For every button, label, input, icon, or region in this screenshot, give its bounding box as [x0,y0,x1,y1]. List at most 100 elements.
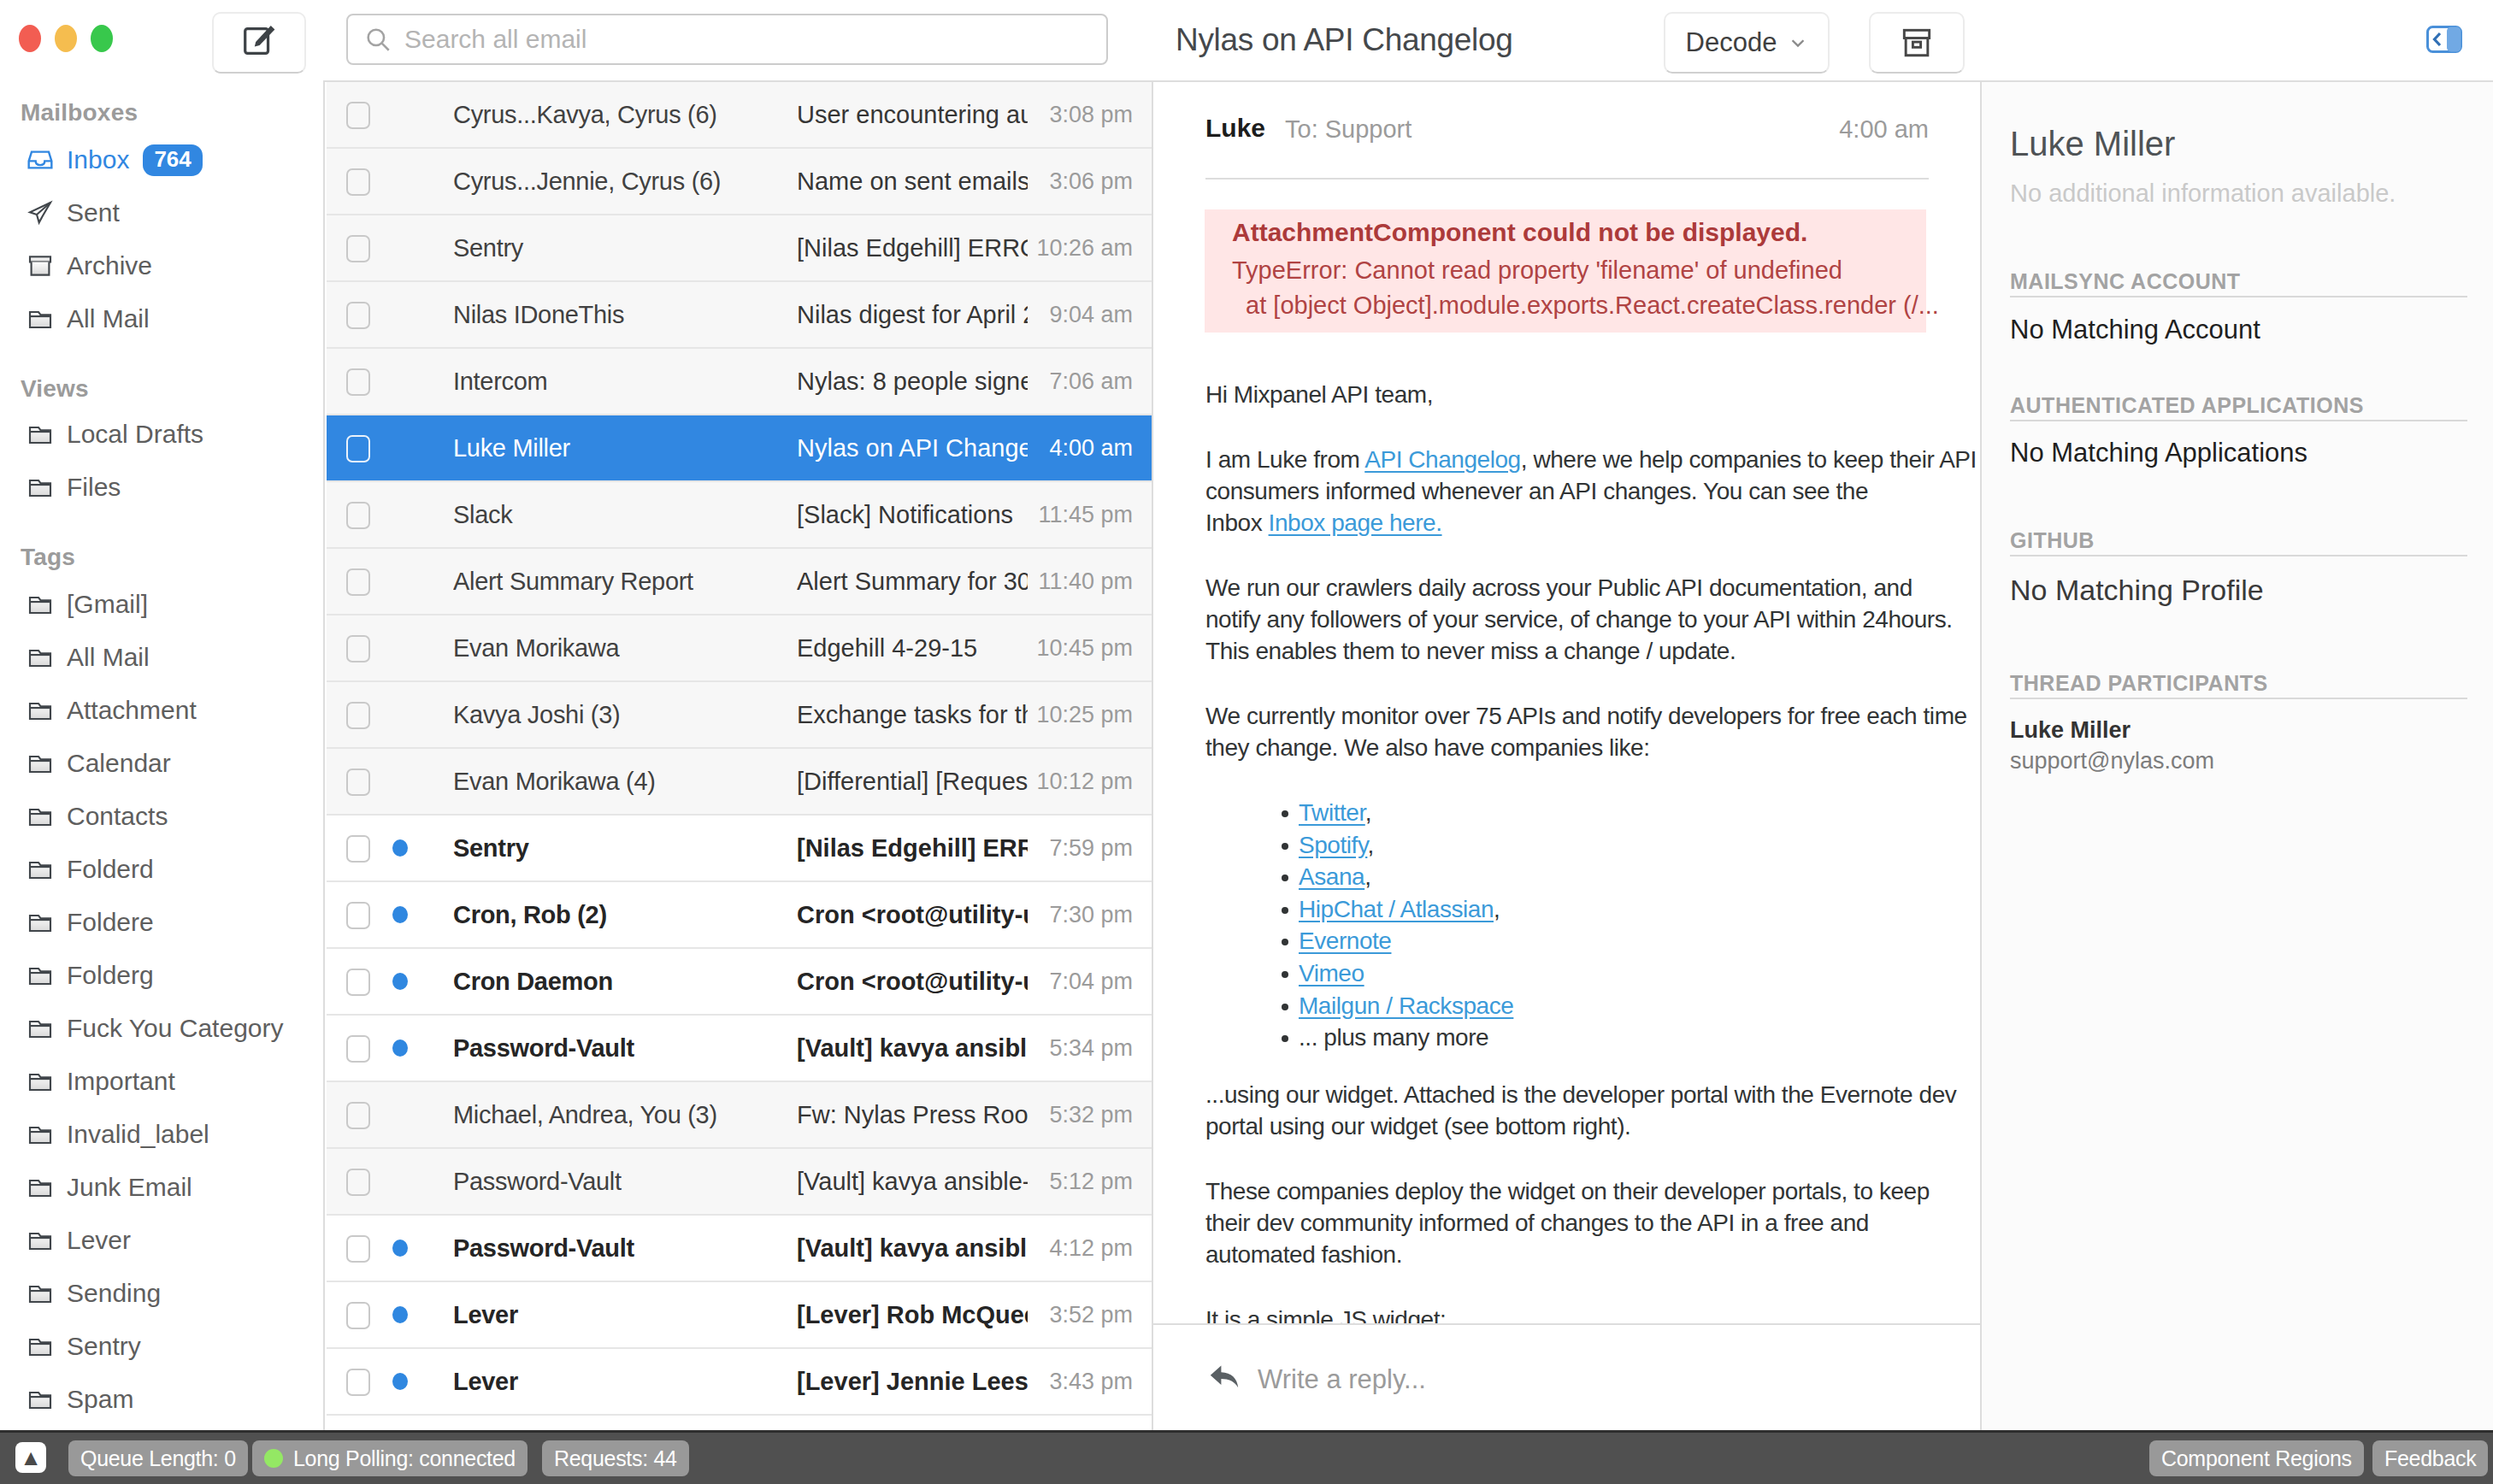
sidebar-item-all-mail[interactable]: All Mail [27,302,150,336]
thread-checkbox[interactable] [346,1235,370,1263]
folder-icon [27,421,54,447]
sidebar-item--gmail-[interactable]: [Gmail] [27,587,148,621]
folder-icon [27,474,54,500]
message-time: 4:00 am [1839,115,1929,144]
sidebar-item-attachment[interactable]: Attachment [27,693,197,727]
sidebar-item-lever[interactable]: Lever [27,1223,131,1257]
search-input[interactable]: Search all email [346,14,1108,65]
thread-row[interactable]: Evan MorikawaEdgehill 4-29-1510:45 pm [327,615,1152,682]
sidebar-item-junk-email[interactable]: Junk Email [27,1170,192,1204]
thread-row[interactable]: Cyrus...Jennie, Cyrus (6)Name on sent em… [327,149,1152,215]
thread-row[interactable]: Sentry[Nilas Edgehill] ERR7:59 pm [327,816,1152,882]
thread-checkbox[interactable] [346,1302,370,1329]
sidebar-item-files[interactable]: Files [27,470,121,504]
activity-icon[interactable]: ▲ [15,1442,46,1473]
thread-checkbox[interactable] [346,1035,370,1063]
sidebar-item-sending[interactable]: Sending [27,1276,161,1310]
body-link[interactable]: HipChat / Atlassian [1299,896,1494,922]
component-regions-button[interactable]: Component Regions [2149,1440,2364,1476]
panel-toggle-button[interactable] [2426,26,2462,53]
thread-checkbox[interactable] [346,302,370,329]
sidebar-item-folderg[interactable]: Folderg [27,958,154,992]
thread-row[interactable]: Password-Vault[Vault] kavya ansible5:34 … [327,1016,1152,1082]
context-panel: Luke Miller No additional information av… [1980,80,2493,1430]
body-link[interactable]: Vimeo [1299,960,1364,986]
body-link[interactable]: Asana [1299,863,1364,890]
thread-checkbox[interactable] [346,102,370,129]
thread-checkbox[interactable] [346,1369,370,1396]
archive-button[interactable] [1869,12,1965,74]
thread-checkbox[interactable] [346,568,370,596]
thread-row[interactable]: Nilas IDoneThisNilas digest for April 29… [327,282,1152,349]
sidebar-item-spam[interactable]: Spam [27,1382,133,1416]
sidebar-item-foldere[interactable]: Foldere [27,905,154,939]
section-divider [2010,555,2467,556]
participant-name: Luke Miller [2010,717,2131,744]
thread-checkbox[interactable] [346,1169,370,1196]
body-link[interactable]: API Changelog [1364,446,1521,473]
sidebar-item-important[interactable]: Important [27,1064,175,1098]
thread-checkbox[interactable] [346,969,370,996]
thread-row[interactable]: Password-Vault[Vault] kavya ansible4:12 … [327,1216,1152,1282]
thread-checkbox[interactable] [346,768,370,796]
section-divider [2010,698,2467,699]
thread-row[interactable]: Luke MillerNylas on API Changelog4:00 am [327,415,1152,482]
thread-row[interactable]: Sentry[Nilas Edgehill] ERROR10:26 am [327,215,1152,282]
thread-row[interactable]: Password-Vault[Vault] kavya ansible-v5:1… [327,1149,1152,1216]
thread-row[interactable]: Lever[Lever] Rob McQueen3:52 pm [327,1282,1152,1349]
sidebar-item-invalid-label[interactable]: Invalid_label [27,1117,209,1151]
thread-row[interactable]: Cron DaemonCron <root@utility-u7:04 pm [327,949,1152,1016]
thread-checkbox[interactable] [346,168,370,196]
message-sender: Luke [1205,114,1265,143]
sidebar-item-archive[interactable]: Archive [27,249,152,283]
thread-row[interactable]: Alert Summary ReportAlert Summary for 30… [327,549,1152,615]
body-link[interactable]: Spotify [1299,832,1367,858]
sidebar-section-mailboxes: Mailboxes [21,99,138,127]
sidebar: MailboxesInbox764SentArchiveAll MailView… [0,80,325,1430]
compose-button[interactable] [212,12,306,74]
sidebar-item-folderd[interactable]: Folderd [27,852,154,886]
thread-checkbox[interactable] [346,902,370,929]
sidebar-item-local-drafts[interactable]: Local Drafts [27,417,203,451]
body-link[interactable]: Inbox page here. [1269,509,1442,536]
thread-checkbox[interactable] [346,368,370,396]
thread-row[interactable]: IntercomNylas: 8 people signed up7:06 am [327,349,1152,415]
thread-row[interactable]: Slack[Slack] Notifications11:45 pm [327,482,1152,549]
search-placeholder: Search all email [404,25,586,54]
sidebar-item-sentry[interactable]: Sentry [27,1329,141,1363]
decode-button[interactable]: Decode [1664,12,1830,74]
sidebar-item-inbox[interactable]: Inbox764 [27,143,203,177]
thread-row[interactable]: Kavya Joshi (3)Exchange tasks for the10:… [327,682,1152,749]
thread-checkbox[interactable] [346,1102,370,1129]
sidebar-item-sent[interactable]: Sent [27,196,120,230]
sidebar-item-all-mail[interactable]: All Mail [27,640,150,674]
status-bar: ▲ Queue Length: 0 Long Polling: connecte… [0,1430,2493,1484]
thread-row[interactable]: Michael, Andrea, You (3)Fw: Nylas Press … [327,1082,1152,1149]
thread-checkbox[interactable] [346,235,370,262]
thread-checkbox[interactable] [346,435,370,462]
window-zoom-button[interactable] [91,25,113,52]
thread-row[interactable]: Cyrus...Kavya, Cyrus (6)User encounterin… [327,82,1152,149]
reply-icon [1205,1363,1243,1393]
thread-checkbox[interactable] [346,635,370,662]
body-link[interactable]: Evernote [1299,928,1391,954]
window-close-button[interactable] [19,25,41,52]
contact-note: No additional information available. [2010,180,2396,208]
thread-row[interactable]: Lever[Lever] Jennie Lees (3:43 pm [327,1349,1152,1416]
thread-row[interactable]: Cron, Rob (2)Cron <root@utility-u7:30 pm [327,882,1152,949]
thread-row[interactable] [327,1416,1152,1430]
body-link[interactable]: Twitter [1299,799,1365,826]
sidebar-item-fuck-you-category[interactable]: Fuck You Category [27,1011,284,1045]
thread-checkbox[interactable] [346,835,370,863]
thread-checkbox[interactable] [346,502,370,529]
sidebar-item-contacts[interactable]: Contacts [27,799,168,833]
error-detail-line2: at [object Object].module.exports.React.… [1232,288,1926,323]
connection-status-dot [264,1449,283,1468]
window-minimize-button[interactable] [55,25,77,52]
reply-box[interactable]: Write a reply... [1153,1323,1980,1430]
sidebar-item-calendar[interactable]: Calendar [27,746,171,780]
thread-checkbox[interactable] [346,702,370,729]
feedback-button[interactable]: Feedback [2372,1440,2488,1476]
body-link[interactable]: Mailgun / Rackspace [1299,992,1513,1019]
thread-row[interactable]: Evan Morikawa (4)[Differential] [Request… [327,749,1152,816]
